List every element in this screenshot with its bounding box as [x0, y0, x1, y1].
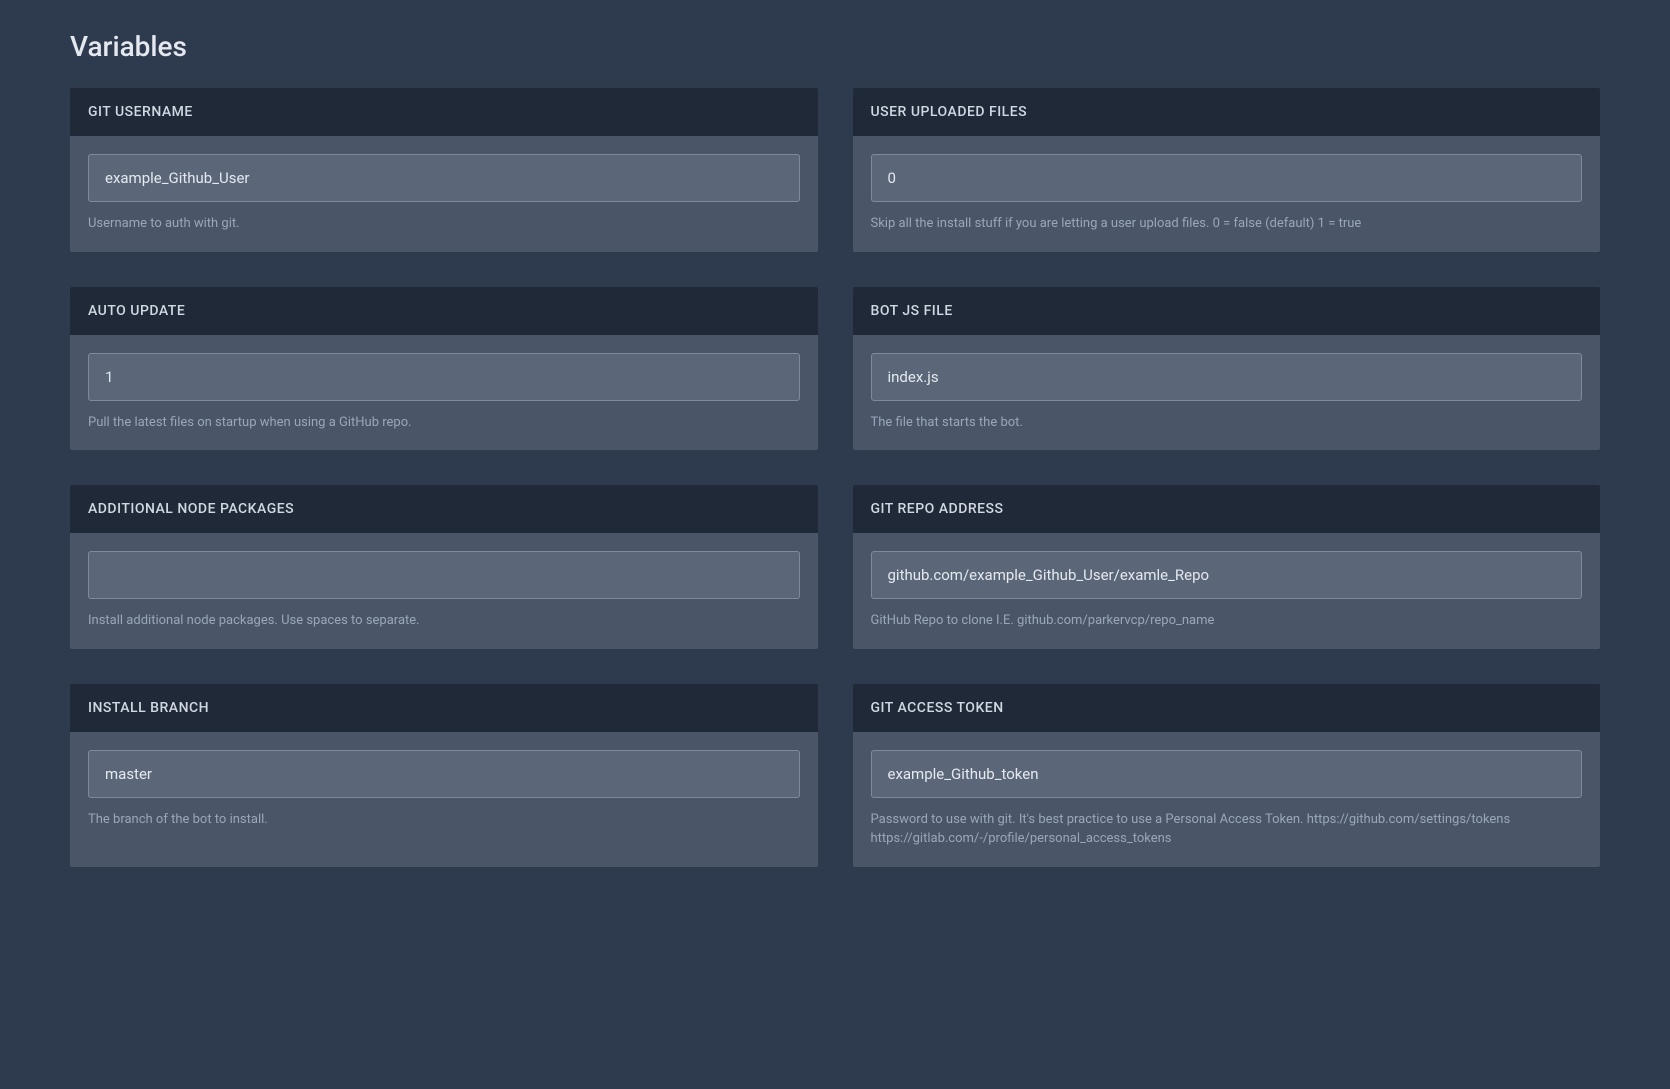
variable-label: BOT JS FILE: [853, 287, 1601, 335]
variable-description: The branch of the bot to install.: [88, 810, 800, 830]
variable-body: Pull the latest files on startup when us…: [70, 335, 818, 451]
variable-body: Password to use with git. It's best prac…: [853, 732, 1601, 867]
variable-body: Username to auth with git.: [70, 136, 818, 252]
variable-label: AUTO UPDATE: [70, 287, 818, 335]
variables-grid: GIT USERNAME Username to auth with git. …: [70, 88, 1600, 867]
variable-description: Password to use with git. It's best prac…: [871, 810, 1583, 849]
variable-card-install-branch: INSTALL BRANCH The branch of the bot to …: [70, 684, 818, 867]
variable-body: GitHub Repo to clone I.E. github.com/par…: [853, 533, 1601, 649]
variable-card-git-access-token: GIT ACCESS TOKEN Password to use with gi…: [853, 684, 1601, 867]
additional-node-packages-input[interactable]: [88, 551, 800, 599]
variable-description: Username to auth with git.: [88, 214, 800, 234]
variable-card-git-repo-address: GIT REPO ADDRESS GitHub Repo to clone I.…: [853, 485, 1601, 649]
variable-card-user-uploaded-files: USER UPLOADED FILES Skip all the install…: [853, 88, 1601, 252]
variable-body: The file that starts the bot.: [853, 335, 1601, 451]
variable-description: Pull the latest files on startup when us…: [88, 413, 800, 433]
page-title: Variables: [70, 30, 1600, 63]
variable-card-auto-update: AUTO UPDATE Pull the latest files on sta…: [70, 287, 818, 451]
variable-label: GIT ACCESS TOKEN: [853, 684, 1601, 732]
variable-card-bot-js-file: BOT JS FILE The file that starts the bot…: [853, 287, 1601, 451]
variable-description: The file that starts the bot.: [871, 413, 1583, 433]
bot-js-file-input[interactable]: [871, 353, 1583, 401]
variable-body: Install additional node packages. Use sp…: [70, 533, 818, 649]
install-branch-input[interactable]: [88, 750, 800, 798]
user-uploaded-files-input[interactable]: [871, 154, 1583, 202]
git-access-token-input[interactable]: [871, 750, 1583, 798]
variable-description: GitHub Repo to clone I.E. github.com/par…: [871, 611, 1583, 631]
git-repo-address-input[interactable]: [871, 551, 1583, 599]
variable-label: ADDITIONAL NODE PACKAGES: [70, 485, 818, 533]
variable-body: Skip all the install stuff if you are le…: [853, 136, 1601, 252]
variable-label: GIT USERNAME: [70, 88, 818, 136]
variable-label: USER UPLOADED FILES: [853, 88, 1601, 136]
auto-update-input[interactable]: [88, 353, 800, 401]
variable-label: GIT REPO ADDRESS: [853, 485, 1601, 533]
variable-label: INSTALL BRANCH: [70, 684, 818, 732]
variable-description: Skip all the install stuff if you are le…: [871, 214, 1583, 234]
variable-card-git-username: GIT USERNAME Username to auth with git.: [70, 88, 818, 252]
git-username-input[interactable]: [88, 154, 800, 202]
variable-description: Install additional node packages. Use sp…: [88, 611, 800, 631]
variable-body: The branch of the bot to install.: [70, 732, 818, 848]
variable-card-additional-node-packages: ADDITIONAL NODE PACKAGES Install additio…: [70, 485, 818, 649]
